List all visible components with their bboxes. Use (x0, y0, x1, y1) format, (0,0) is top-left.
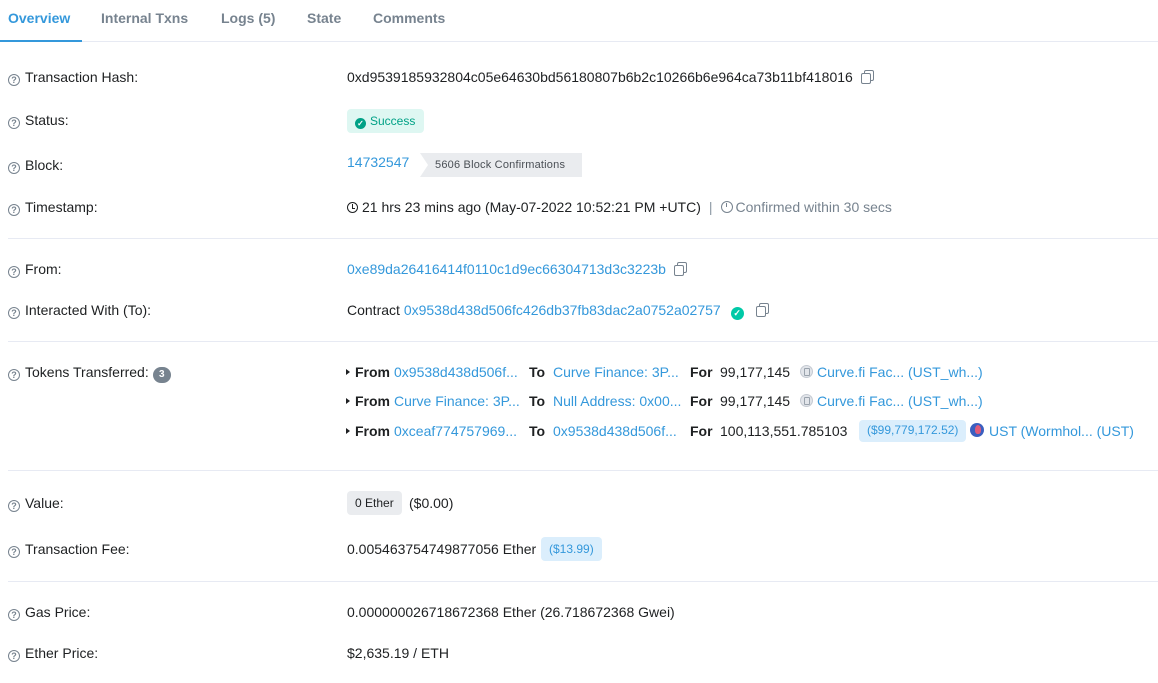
token-count-badge: 3 (152, 367, 171, 383)
caret-right-icon[interactable] (346, 369, 350, 375)
divider (8, 470, 1158, 471)
tab-logs[interactable]: Logs (5) (221, 0, 275, 42)
token-link[interactable]: Curve.fi Fac... (UST_wh...) (817, 391, 983, 411)
copy-icon[interactable] (673, 262, 687, 276)
tx-hash-value: 0xd9539185932804c05e64630bd56180807b6b2c… (347, 69, 853, 85)
help-icon[interactable]: ? (8, 369, 20, 381)
to-keyword: To (529, 364, 546, 380)
help-icon[interactable]: ? (8, 204, 20, 216)
fee-value: 0.005463754749877056 Ether (347, 541, 537, 557)
help-icon[interactable]: ? (8, 609, 20, 621)
help-icon[interactable]: ? (8, 546, 20, 558)
help-icon[interactable]: ? (8, 650, 20, 662)
clock-icon (347, 202, 358, 213)
usd-value-badge: ($99,779,172.52) (859, 420, 967, 442)
for-keyword: For (690, 364, 713, 380)
from-row: ? From: 0xe89da26416414f0110c1d9ec6630471… (0, 257, 1158, 281)
value-row: ? Value: ($0.00) (0, 491, 1158, 515)
for-keyword: For (690, 393, 713, 409)
divider (8, 238, 1158, 239)
timestamp-row: ? Timestamp: 21 hrs 23 mins ago (May-07-2… (0, 195, 1158, 219)
help-icon[interactable]: ? (8, 74, 20, 86)
help-icon[interactable]: ? (8, 307, 20, 319)
from-address-link[interactable]: 0xe89da26416414f0110c1d9ec66304713d3c322… (347, 261, 666, 277)
for-keyword: For (690, 423, 713, 439)
gas-price-row: ? Gas Price: 0.000000026718672368 Ether (… (0, 600, 1158, 624)
contract-prefix: Contract (347, 302, 400, 318)
tab-overview[interactable]: Overview (8, 0, 70, 42)
from-keyword: From (355, 393, 390, 409)
ether-price-value: $2,635.19 / ETH (347, 645, 449, 661)
fee-usd-badge: ($13.99) (541, 537, 602, 561)
tx-hash-label: Transaction Hash: (25, 69, 139, 85)
status-label: Status: (25, 112, 69, 128)
status-value: Success (370, 114, 416, 128)
tx-hash-row: ? Transaction Hash: 0xd9539185932804c05e6… (0, 65, 1158, 89)
help-icon[interactable]: ? (8, 162, 20, 174)
transfer-amount: 99,177,145 (720, 364, 791, 380)
copy-icon[interactable] (755, 303, 769, 317)
fee-label: Transaction Fee: (25, 541, 130, 557)
caret-right-icon[interactable] (346, 428, 350, 434)
block-number-link[interactable]: 14732547 (347, 154, 409, 170)
tab-internal-txns[interactable]: Internal Txns (101, 0, 188, 42)
token-transfer-row: From 0x9538d438d506f... To Curve Finance… (344, 362, 1154, 382)
ether-price-label: Ether Price: (25, 645, 99, 661)
copy-icon[interactable] (860, 70, 874, 84)
status-badge: ✓ Success (347, 109, 424, 133)
tokens-label: Tokens Transferred: (25, 364, 149, 380)
value-label: Value: (25, 495, 64, 511)
timestamp-value: 21 hrs 23 mins ago (May-07-2022 10:52:21… (362, 199, 701, 215)
contract-address-link[interactable]: 0x9538d438d506fc426db37fb83dac2a0752a027… (404, 302, 721, 318)
to-keyword: To (529, 423, 546, 439)
to-label: Interacted With (To): (25, 302, 152, 318)
value-usd: ($0.00) (409, 495, 454, 511)
transfer-amount: 100,113,551.785103 (720, 423, 848, 439)
block-confirmations-badge: 5606 Block Confirmations (420, 153, 582, 177)
help-icon[interactable]: ? (8, 500, 20, 512)
block-label: Block: (25, 157, 64, 173)
token-transfer-row: From Curve Finance: 3P... To Null Addres… (344, 391, 1154, 411)
check-circle-icon: ✓ (355, 118, 366, 129)
transfer-to-link[interactable]: Null Address: 0x00... (553, 391, 681, 411)
tab-comments[interactable]: Comments (373, 0, 445, 42)
ether-value-badge: 0 Ether (347, 491, 402, 515)
active-tab-indicator (0, 40, 82, 42)
gas-price-label: Gas Price: (25, 604, 91, 620)
help-icon[interactable]: ? (8, 266, 20, 278)
gas-price-value: 0.000000026718672368 Ether (26.718672368… (347, 604, 675, 620)
transfer-from-link[interactable]: 0x9538d438d506f... (394, 362, 518, 382)
ether-price-row: ? Ether Price: $2,635.19 / ETH (0, 641, 1158, 665)
status-row: ? Status: (0, 108, 1158, 132)
transfer-from-link[interactable]: Curve Finance: 3P... (394, 391, 520, 411)
token-link[interactable]: UST (Wormhol... (UST) (989, 421, 1134, 441)
tab-bar: Overview Internal Txns Logs (5) State Co… (0, 0, 1158, 42)
to-row: ? Interacted With (To): Contract 0x9538d4… (0, 298, 1158, 322)
from-label: From: (25, 261, 62, 277)
tab-state[interactable]: State (307, 0, 341, 42)
transfer-amount: 99,177,145 (720, 393, 791, 409)
divider (8, 581, 1158, 582)
from-keyword: From (355, 423, 390, 439)
transfer-to-link[interactable]: 0x9538d438d506f... (553, 421, 677, 441)
divider (8, 341, 1158, 342)
help-icon[interactable]: ? (8, 117, 20, 129)
confirmed-within: Confirmed within 30 secs (735, 199, 892, 215)
token-transfer-row: From 0xceaf774757969... To 0x9538d438d50… (344, 420, 1154, 442)
verified-check-icon: ✓ (730, 307, 744, 320)
timestamp-label: Timestamp: (25, 199, 98, 215)
transfer-from-link[interactable]: 0xceaf774757969... (394, 421, 517, 441)
timer-icon (720, 201, 733, 213)
transfer-to-link[interactable]: Curve Finance: 3P... (553, 362, 679, 382)
to-keyword: To (529, 393, 546, 409)
caret-right-icon[interactable] (346, 398, 350, 404)
from-keyword: From (355, 364, 390, 380)
separator: | (708, 199, 713, 215)
token-link[interactable]: Curve.fi Fac... (UST_wh...) (817, 362, 983, 382)
